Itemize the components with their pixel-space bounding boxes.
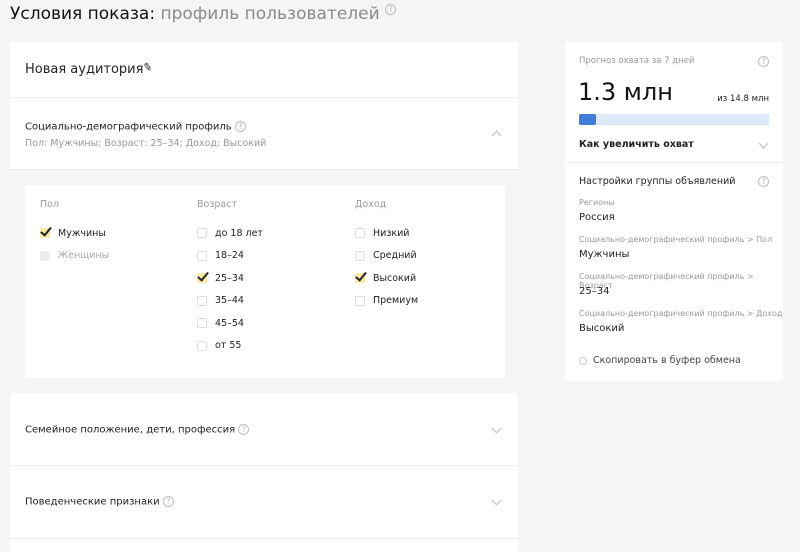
checkbox-option[interactable]: 35–44 (197, 290, 263, 313)
section-title: Семейное положение, дети, профессия ? (25, 424, 250, 436)
checkbox-label: до 18 лет (215, 227, 263, 239)
checkbox[interactable] (355, 228, 365, 239)
title-main: Условия показа: (10, 4, 156, 24)
copy-to-clipboard-link[interactable]: Скопировать в буфер обмена (593, 355, 741, 366)
copy-icon[interactable] (579, 357, 587, 365)
help-icon[interactable]: ? (162, 496, 174, 507)
checkbox-label: Женщины (58, 250, 110, 262)
checkbox-option[interactable]: 45–54 (197, 312, 263, 335)
checkbox[interactable] (197, 295, 207, 306)
help-icon[interactable]: ? (758, 176, 769, 187)
chevron-up-icon[interactable] (491, 130, 502, 141)
checkbox[interactable] (355, 250, 365, 261)
help-icon[interactable]: ? (758, 56, 769, 67)
divider (565, 162, 783, 163)
settings-title: Настройки группы объявлений (579, 176, 736, 187)
checkbox-label: Средний (373, 250, 417, 262)
forecast-card: Прогноз охвата за 7 дней ? 1.3 млн из 14… (565, 42, 783, 381)
section-behavior[interactable]: Поведенческие признаки ? (10, 466, 518, 539)
checkbox-option[interactable]: до 18 лет (197, 222, 263, 245)
section-family[interactable]: Семейное положение, дети, профессия ? (10, 393, 518, 466)
chevron-down-icon[interactable] (758, 138, 769, 149)
checkbox-label: от 55 (215, 340, 242, 352)
setting-value: 25–34 (579, 286, 610, 297)
checkbox[interactable] (355, 295, 365, 306)
section-title: Поведенческие признаки ? (25, 496, 174, 508)
help-icon[interactable]: ? (238, 424, 250, 435)
help-icon[interactable]: ? (234, 121, 246, 132)
audience-name: Новая аудитория (25, 62, 144, 77)
checkbox[interactable] (197, 340, 207, 351)
socdem-panel: Пол Мужчины Женщины Возраст до 18 лет 18–24 25… (10, 170, 518, 393)
socdem-summary: Пол: Мужчины; Возраст: 25–34; Доход: Выс… (25, 138, 267, 149)
checkbox-label: Высокий (373, 272, 417, 284)
checkbox-option[interactable]: Низкий (355, 222, 418, 245)
help-icon[interactable]: ? (385, 4, 397, 15)
options-column: Пол Мужчины Женщины (40, 199, 109, 267)
checkbox-label: Мужчины (58, 227, 106, 239)
checkbox-label: 45–54 (215, 317, 244, 329)
checkbox (40, 250, 50, 261)
setting-value: Мужчины (579, 249, 630, 260)
chevron-down-icon[interactable] (491, 495, 502, 506)
chevron-down-icon[interactable] (491, 423, 502, 434)
page-title: Условия показа: профиль пользователей ? (10, 4, 397, 24)
setting-value: Россия (579, 212, 615, 223)
checkbox[interactable] (355, 273, 365, 284)
setting-label: Социально-демографический профиль > Пол (579, 235, 773, 244)
checkbox-option: Женщины (40, 245, 109, 268)
checkbox-label: Премиум (373, 295, 419, 307)
checkbox-label: 35–44 (215, 295, 244, 307)
forecast-value: 1.3 млн (578, 78, 673, 106)
setting-label: Социально-демографический профиль > Дохо… (579, 309, 783, 318)
audience-header: Новая аудитория ✎ (10, 42, 518, 98)
increase-reach-toggle[interactable]: Как увеличить охват (579, 139, 694, 150)
forecast-total: из 14.8 млн (717, 94, 769, 104)
audience-card: Новая аудитория ✎ Социально-демографичес… (10, 42, 518, 552)
column-header: Возраст (197, 199, 237, 210)
checkbox-label: 25–34 (215, 272, 244, 284)
forecast-label: Прогноз охвата за 7 дней (579, 56, 695, 66)
checkbox[interactable] (197, 250, 207, 261)
socdem-title: Социально-демографический профиль ? (25, 121, 246, 133)
checkbox-option[interactable]: 25–34 (197, 267, 263, 290)
forecast-progress (579, 114, 769, 125)
setting-label: Социально-демографический профиль > Возр… (579, 272, 754, 290)
socdem-header[interactable]: Социально-демографический профиль ? Пол:… (10, 98, 518, 170)
checkbox-option[interactable]: Средний (355, 245, 418, 268)
checkbox-label: 18–24 (215, 250, 244, 262)
checkbox-option[interactable]: Мужчины (40, 222, 109, 245)
checkbox-option[interactable]: Премиум (355, 290, 418, 313)
forecast-progress-fill (579, 114, 596, 125)
setting-value: Высокий (579, 323, 625, 334)
setting-label: Регионы (579, 198, 615, 207)
checkbox-option[interactable]: 18–24 (197, 245, 263, 268)
checkbox-label: Низкий (373, 227, 410, 239)
checkbox[interactable] (197, 273, 207, 284)
socdem-options: Пол Мужчины Женщины Возраст до 18 лет 18–24 25… (25, 185, 505, 378)
column-header: Пол (40, 199, 60, 210)
column-header: Доход (355, 199, 387, 210)
checkbox[interactable] (40, 228, 50, 239)
options-column: Возраст до 18 лет 18–24 25–34 35–44 45–54 от 5… (197, 199, 263, 357)
checkbox-option[interactable]: Высокий (355, 267, 418, 290)
checkbox[interactable] (197, 228, 207, 239)
checkbox[interactable] (197, 318, 207, 329)
edit-pencil-icon[interactable]: ✎ (142, 60, 153, 74)
title-sub: профиль пользователей (160, 4, 380, 24)
options-column: Доход Низкий Средний Высокий Премиум (355, 199, 418, 312)
checkbox-option[interactable]: от 55 (197, 335, 263, 358)
